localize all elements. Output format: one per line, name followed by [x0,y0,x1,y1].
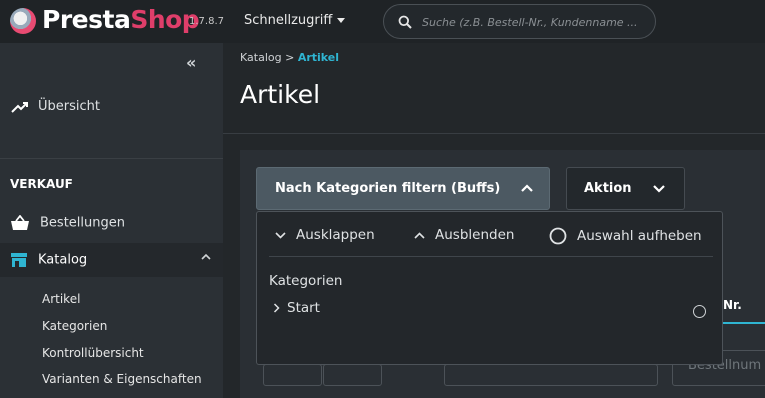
sidebar-subitem-monitoring[interactable]: Kontrollübersicht [42,346,144,360]
sidebar-item-label: Bestellungen [40,215,125,231]
category-filter-dropdown: Ausklappen Ausblenden Auswahl aufheben K… [256,211,723,365]
breadcrumb-current: Artikel [297,51,340,64]
breadcrumb-parent[interactable]: Katalog [240,51,282,64]
top-header: PrestaShop 1.7.8.7 Schnellzugriff [0,0,765,43]
search-box[interactable] [383,4,656,39]
collapse-all-link[interactable]: Ausblenden [414,227,514,243]
filter-by-categories-button[interactable]: Nach Kategorien filtern (Buffs) [256,167,550,210]
prestashop-logo-icon[interactable] [10,8,36,34]
tree-item-start[interactable]: Start [273,300,320,316]
brand-logo[interactable]: PrestaShop [42,5,200,34]
categories-heading: Kategorien [269,273,343,289]
search-icon [398,15,412,29]
sidebar-divider [0,158,223,159]
sidebar-subitem-products[interactable]: Artikel [42,292,80,306]
column-header-nr[interactable]: Nr. [723,298,742,312]
header-divider [223,133,765,134]
bulk-action-button[interactable]: Aktion [566,167,685,210]
chevron-up-icon [414,231,425,239]
trending-up-icon [11,101,28,113]
breadcrumb-separator: > [285,51,295,64]
sidebar-item-label: Katalog [38,252,88,268]
chevron-down-icon [275,231,286,239]
radio-empty-icon [549,227,567,245]
version-label: 1.7.8.7 [189,16,224,27]
chevron-right-icon [273,303,280,313]
sidebar-subitem-categories[interactable]: Kategorien [42,319,107,333]
expand-all-link[interactable]: Ausklappen [275,227,375,243]
search-input[interactable] [422,13,648,31]
chevron-up-icon [521,184,533,192]
filter-min-input[interactable] [263,364,322,386]
chevron-down-icon [653,185,665,193]
quick-access-dropdown[interactable]: Schnellzugriff [244,13,346,28]
caret-down-icon [337,18,346,23]
action-button-label: Aktion [584,181,632,196]
sidebar-section-title: VERKAUF [10,177,73,191]
filter-max-input[interactable] [323,364,382,386]
sidebar-item-overview[interactable]: Übersicht [11,99,100,114]
chevron-up-icon [201,253,211,260]
store-icon [11,253,27,267]
shopping-basket-icon [11,214,29,230]
sidebar-subitem-attributes[interactable]: Varianten & Eigenschaften [42,372,202,386]
clear-selection-link[interactable]: Auswahl aufheben [549,227,702,245]
sidebar-item-label: Übersicht [38,99,100,114]
sidebar: « Übersicht VERKAUF Bestellungen Katalog… [0,43,223,398]
breadcrumb: Katalog > Artikel [240,51,339,64]
tree-item-start-radio[interactable] [693,305,706,318]
filter-name-input[interactable] [444,364,658,386]
filter-button-label: Nach Kategorien filtern (Buffs) [275,181,501,196]
collapse-sidebar-icon[interactable]: « [186,53,196,72]
column-header-underline [723,322,765,324]
page-title: Artikel [240,80,321,109]
sidebar-item-orders[interactable]: Bestellungen [10,214,125,231]
sidebar-item-catalog[interactable]: Katalog [0,243,223,277]
dropdown-divider [269,256,713,257]
